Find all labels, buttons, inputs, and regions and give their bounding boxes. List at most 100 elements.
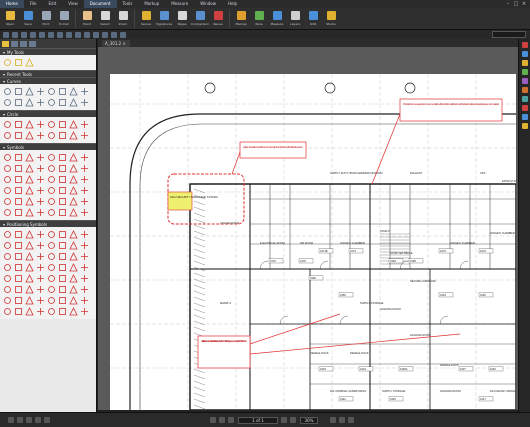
reuse-button[interactable]: Reuse xyxy=(210,8,226,30)
tool-item[interactable] xyxy=(13,229,24,240)
tool-item[interactable] xyxy=(13,262,24,273)
back-icon[interactable] xyxy=(228,417,234,423)
e-mail-button[interactable]: E-mail xyxy=(56,8,72,30)
tool-chest-section-header[interactable]: ▾ Recent Tools xyxy=(0,70,96,77)
tool-item[interactable] xyxy=(13,185,24,196)
tool-item[interactable] xyxy=(13,295,24,306)
hand-button[interactable]: Hand xyxy=(79,8,95,30)
tool-item[interactable] xyxy=(2,163,13,174)
layers-tab-icon[interactable] xyxy=(20,40,27,47)
tool-item[interactable] xyxy=(13,306,24,317)
tool-item[interactable] xyxy=(79,251,90,262)
tool-item[interactable] xyxy=(2,295,13,306)
tool-item[interactable] xyxy=(68,262,79,273)
tool-item[interactable] xyxy=(79,240,90,251)
comparison-button[interactable]: Comparison xyxy=(191,8,209,30)
chevron-down-icon[interactable]: ▾ xyxy=(3,72,5,77)
tool-item[interactable] xyxy=(79,174,90,185)
highlight-tool-icon[interactable] xyxy=(39,31,45,38)
tool-chest-section-header[interactable]: ▾ My Tools xyxy=(0,48,96,55)
tool-item[interactable] xyxy=(46,152,57,163)
zoom-button[interactable]: Zoom xyxy=(115,8,131,30)
pen-tool-icon[interactable] xyxy=(30,31,36,38)
tool-item[interactable] xyxy=(79,306,90,317)
tool-item[interactable] xyxy=(57,284,68,295)
tool-item[interactable] xyxy=(35,130,46,141)
last-page-icon[interactable] xyxy=(290,417,296,423)
menu-help[interactable]: Help xyxy=(222,0,243,8)
search-panel-icon[interactable] xyxy=(521,69,528,75)
tool-item[interactable] xyxy=(57,152,68,163)
layers-button[interactable]: Layers xyxy=(287,8,303,30)
tool-item[interactable] xyxy=(24,273,35,284)
menu-markup[interactable]: Markup xyxy=(138,0,165,8)
zoom-value[interactable]: 36% xyxy=(300,417,318,424)
tool-item[interactable] xyxy=(2,130,13,141)
tool-item[interactable] xyxy=(35,196,46,207)
text-tool-icon[interactable] xyxy=(21,31,27,38)
tool-item[interactable] xyxy=(13,163,24,174)
tool-item[interactable] xyxy=(24,240,35,251)
tool-item[interactable] xyxy=(46,163,57,174)
tool-item[interactable] xyxy=(57,57,68,68)
tool-item[interactable] xyxy=(2,306,13,317)
tool-item[interactable] xyxy=(35,86,46,97)
stamp-tool-icon[interactable] xyxy=(111,31,117,38)
tool-item[interactable] xyxy=(68,119,79,130)
tool-item[interactable] xyxy=(57,185,68,196)
menu-measure[interactable]: Measure xyxy=(165,0,194,8)
tool-item[interactable] xyxy=(24,251,35,262)
tool-item[interactable] xyxy=(68,240,79,251)
menu-home[interactable]: Home xyxy=(0,0,24,8)
tool-item[interactable] xyxy=(46,196,57,207)
rectangle-tool-icon[interactable] xyxy=(66,31,72,38)
measurements-icon[interactable] xyxy=(521,87,528,93)
maximize-icon[interactable]: □ xyxy=(512,0,520,8)
snap-toggle-icon[interactable] xyxy=(17,417,23,423)
tool-item[interactable] xyxy=(24,196,35,207)
page-indicator[interactable]: 1 of 1 xyxy=(238,417,278,424)
tool-item[interactable] xyxy=(57,251,68,262)
tool-item[interactable] xyxy=(35,295,46,306)
grid-toggle-icon[interactable] xyxy=(8,417,14,423)
studio-button[interactable]: Studio xyxy=(323,8,339,30)
measure-tool-icon[interactable] xyxy=(102,31,108,38)
tool-item[interactable] xyxy=(2,240,13,251)
save-button[interactable]: Save xyxy=(20,8,36,30)
tool-item[interactable] xyxy=(46,185,57,196)
tool-chest-section-header[interactable]: ▾ Positioning Symbols xyxy=(0,220,96,227)
reuse-toggle-icon[interactable] xyxy=(44,417,50,423)
tool-item[interactable] xyxy=(46,86,57,97)
tool-item[interactable] xyxy=(13,273,24,284)
tool-item[interactable] xyxy=(79,152,90,163)
document-canvas[interactable]: Provide for some expansion/movement at l… xyxy=(98,47,518,410)
markup-snap-icon[interactable] xyxy=(35,417,41,423)
tool-item[interactable] xyxy=(24,262,35,273)
tool-item[interactable] xyxy=(57,97,68,108)
pens-button[interactable]: Pens xyxy=(251,8,267,30)
document-tab[interactable]: A_301.2 × xyxy=(102,40,130,47)
tool-item[interactable] xyxy=(46,119,57,130)
tool-item[interactable] xyxy=(13,119,24,130)
continuous-page-icon[interactable] xyxy=(339,417,345,423)
tool-item[interactable] xyxy=(57,196,68,207)
tool-item[interactable] xyxy=(57,229,68,240)
tool-item[interactable] xyxy=(24,295,35,306)
layers-panel-icon[interactable] xyxy=(521,123,528,129)
tool-item[interactable] xyxy=(13,240,24,251)
tool-item[interactable] xyxy=(24,163,35,174)
tool-item[interactable] xyxy=(79,97,90,108)
tool-item[interactable] xyxy=(46,97,57,108)
bookmarks-icon[interactable] xyxy=(521,60,528,66)
menu-document[interactable]: Document xyxy=(83,0,117,8)
tool-item[interactable] xyxy=(24,152,35,163)
ocr-button[interactable]: OCR xyxy=(305,8,321,30)
tool-chest-section-header[interactable]: ▾ Curves xyxy=(0,77,96,84)
tool-item[interactable] xyxy=(2,229,13,240)
tool-item[interactable] xyxy=(79,130,90,141)
markup-button[interactable]: Markup xyxy=(233,8,249,30)
tool-item[interactable] xyxy=(79,207,90,218)
secure-button[interactable]: Secure xyxy=(138,8,154,30)
tool-item[interactable] xyxy=(57,130,68,141)
minimize-icon[interactable]: – xyxy=(504,0,512,8)
